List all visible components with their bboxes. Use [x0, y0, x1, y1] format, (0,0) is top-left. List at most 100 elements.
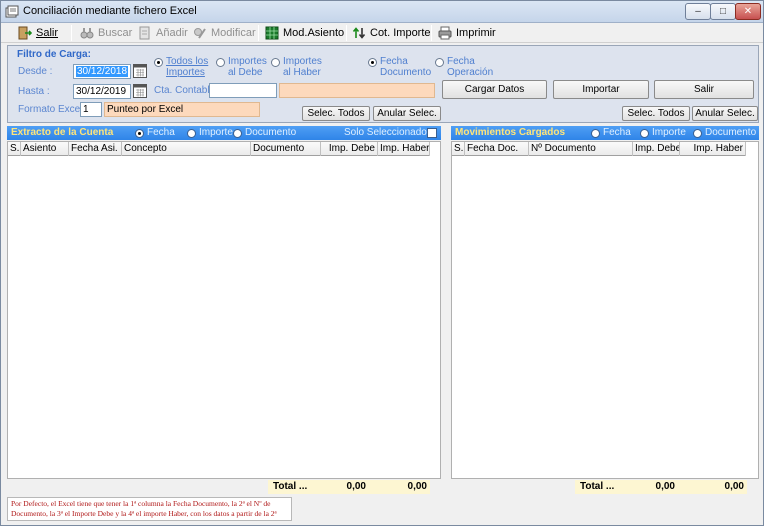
- extracto-panel-header: Extracto de la Cuenta Fecha Importe Docu…: [7, 126, 441, 140]
- col-header-imp-debe[interactable]: Imp. Debe: [633, 142, 680, 156]
- right-order-documento[interactable]: Documento: [693, 127, 756, 139]
- col-header-asiento[interactable]: Asiento: [21, 142, 69, 156]
- selec-todos-left-button[interactable]: Selec. Todos: [302, 106, 370, 121]
- spreadsheet-icon: [265, 26, 279, 40]
- desde-date-field[interactable]: 30/12/2018: [73, 64, 131, 79]
- right-total-debe: 0,00: [655, 481, 675, 492]
- cargar-datos-button[interactable]: Cargar Datos: [442, 80, 547, 99]
- solo-seleccionados-label: Solo Seleccionados: [344, 127, 432, 138]
- desde-calendar-icon[interactable]: [133, 64, 147, 78]
- right-order-importe[interactable]: Importe: [640, 127, 686, 139]
- radio-dot: [693, 128, 702, 138]
- radio-dot: [187, 128, 196, 138]
- cta-contable-label: Cta. Contable: [154, 85, 216, 96]
- radio-fecha-doc-label: Fecha Documento: [380, 56, 432, 78]
- radio-fecha-operacion[interactable]: Fecha Operación: [435, 56, 497, 78]
- excel-format-note: Por Defecto, el Excel tiene que tener la…: [7, 497, 292, 521]
- col-header-s[interactable]: S.: [8, 142, 21, 156]
- col-header-imp-haber[interactable]: Imp. Haber: [680, 142, 746, 156]
- radio-fecha-op-label: Fecha Operación: [447, 56, 494, 78]
- toolbar-separator: [258, 25, 259, 41]
- col-header-imp-haber[interactable]: Imp. Haber: [378, 142, 430, 156]
- app-icon: [5, 5, 19, 18]
- col-header-fecha-asi[interactable]: Fecha Asi.: [69, 142, 122, 156]
- cot-importe-toolbar-button[interactable]: Cot. Importe: [352, 24, 431, 42]
- cta-contable-field[interactable]: [209, 83, 277, 98]
- desde-label: Desde :: [18, 66, 53, 77]
- salir-toolbar-button[interactable]: Salir: [18, 24, 58, 42]
- buscar-toolbar-button[interactable]: Buscar: [80, 24, 132, 42]
- col-header-num-documento[interactable]: Nº Documento: [529, 142, 633, 156]
- cta-contable-description: [279, 83, 435, 98]
- toolbar-separator: [431, 25, 432, 41]
- mod-asiento-toolbar-button[interactable]: Mod.Asiento: [265, 24, 344, 42]
- radio-importes-debe[interactable]: Importes al Debe: [216, 56, 268, 78]
- formato-excel-label: Formato Excel: [18, 104, 83, 115]
- close-button[interactable]: ✕: [735, 3, 761, 20]
- left-order-fecha[interactable]: Fecha: [135, 127, 175, 139]
- filter-title: Filtro de Carga:: [17, 49, 91, 60]
- movimientos-grid-header: S. Fecha Doc. Nº Documento Imp. Debe Imp…: [452, 142, 746, 156]
- imprimir-label: Imprimir: [456, 27, 496, 39]
- arrows-up-down-icon: [352, 27, 366, 39]
- movimientos-title: Movimientos Cargados: [455, 127, 566, 138]
- anadir-toolbar-button[interactable]: Añadir: [138, 24, 188, 42]
- exit-door-icon: [18, 26, 32, 40]
- radio-todos-importes[interactable]: Todos los Importes: [154, 56, 209, 78]
- left-total-haber: 0,00: [407, 481, 427, 492]
- salir-button[interactable]: Salir: [654, 80, 754, 99]
- radio-importes-haber[interactable]: Importes al Haber: [271, 56, 327, 78]
- radio-dot: [154, 58, 163, 67]
- radio-haber-label: Importes al Haber: [283, 56, 322, 78]
- imprimir-toolbar-button[interactable]: Imprimir: [438, 24, 496, 42]
- radio-fecha-documento[interactable]: Fecha Documento: [368, 56, 432, 78]
- radio-dot: [271, 58, 280, 67]
- hasta-date-field[interactable]: 30/12/2019: [73, 84, 131, 99]
- window-title: Conciliación mediante fichero Excel: [23, 5, 197, 17]
- right-order-fecha[interactable]: Fecha: [591, 127, 631, 139]
- hasta-label: Hasta :: [18, 86, 50, 97]
- modificar-label: Modificar: [211, 27, 256, 39]
- right-totals-bar: Total ... 0,00 0,00: [575, 480, 747, 494]
- formato-excel-field[interactable]: 1: [80, 102, 102, 117]
- radio-dot: [640, 128, 649, 138]
- right-total-label: Total ...: [580, 481, 615, 492]
- radio-dot: [591, 128, 600, 138]
- filter-panel: Filtro de Carga: Desde : 30/12/2018 Hast…: [7, 45, 759, 123]
- movimientos-grid[interactable]: S. Fecha Doc. Nº Documento Imp. Debe Imp…: [451, 141, 759, 479]
- formato-excel-description: Punteo por Excel: [104, 102, 260, 117]
- maximize-button[interactable]: □: [710, 3, 736, 20]
- anadir-label: Añadir: [156, 27, 188, 39]
- radio-todos-label: Todos los Importes: [166, 56, 209, 78]
- left-order-importe[interactable]: Importe: [187, 127, 233, 139]
- add-document-icon: [139, 26, 150, 40]
- col-header-imp-debe[interactable]: Imp. Debe: [321, 142, 378, 156]
- solo-seleccionados-checkbox[interactable]: [427, 128, 437, 138]
- cot-importe-label: Cot. Importe: [370, 27, 431, 39]
- mod-asiento-label: Mod.Asiento: [283, 27, 345, 39]
- edit-icon: [194, 28, 206, 39]
- right-total-haber: 0,00: [724, 481, 744, 492]
- extracto-grid[interactable]: S. Asiento Fecha Asi. Concepto Documento…: [7, 141, 441, 479]
- printer-icon: [438, 26, 452, 40]
- main-window: Conciliación mediante fichero Excel – □ …: [0, 0, 764, 526]
- hasta-calendar-icon[interactable]: [133, 84, 147, 98]
- col-header-concepto[interactable]: Concepto: [122, 142, 251, 156]
- radio-dot: [368, 58, 377, 67]
- selec-todos-right-button[interactable]: Selec. Todos: [622, 106, 690, 121]
- col-header-s[interactable]: S.: [452, 142, 465, 156]
- binoculars-icon: [80, 28, 94, 39]
- anular-selec-right-button[interactable]: Anular Selec.: [692, 106, 758, 121]
- col-header-fecha-doc[interactable]: Fecha Doc.: [465, 142, 529, 156]
- minimize-button[interactable]: –: [685, 3, 711, 20]
- importar-button[interactable]: Importar: [553, 80, 649, 99]
- left-total-debe: 0,00: [346, 481, 366, 492]
- buscar-label: Buscar: [98, 27, 133, 39]
- left-totals-bar: Total ... 0,00 0,00: [268, 480, 430, 494]
- anular-selec-left-button[interactable]: Anular Selec.: [373, 106, 441, 121]
- toolbar-separator: [71, 25, 72, 41]
- left-order-documento[interactable]: Documento: [233, 127, 296, 139]
- radio-dot: [233, 128, 242, 138]
- col-header-documento[interactable]: Documento: [251, 142, 321, 156]
- modificar-toolbar-button[interactable]: Modificar: [193, 24, 256, 42]
